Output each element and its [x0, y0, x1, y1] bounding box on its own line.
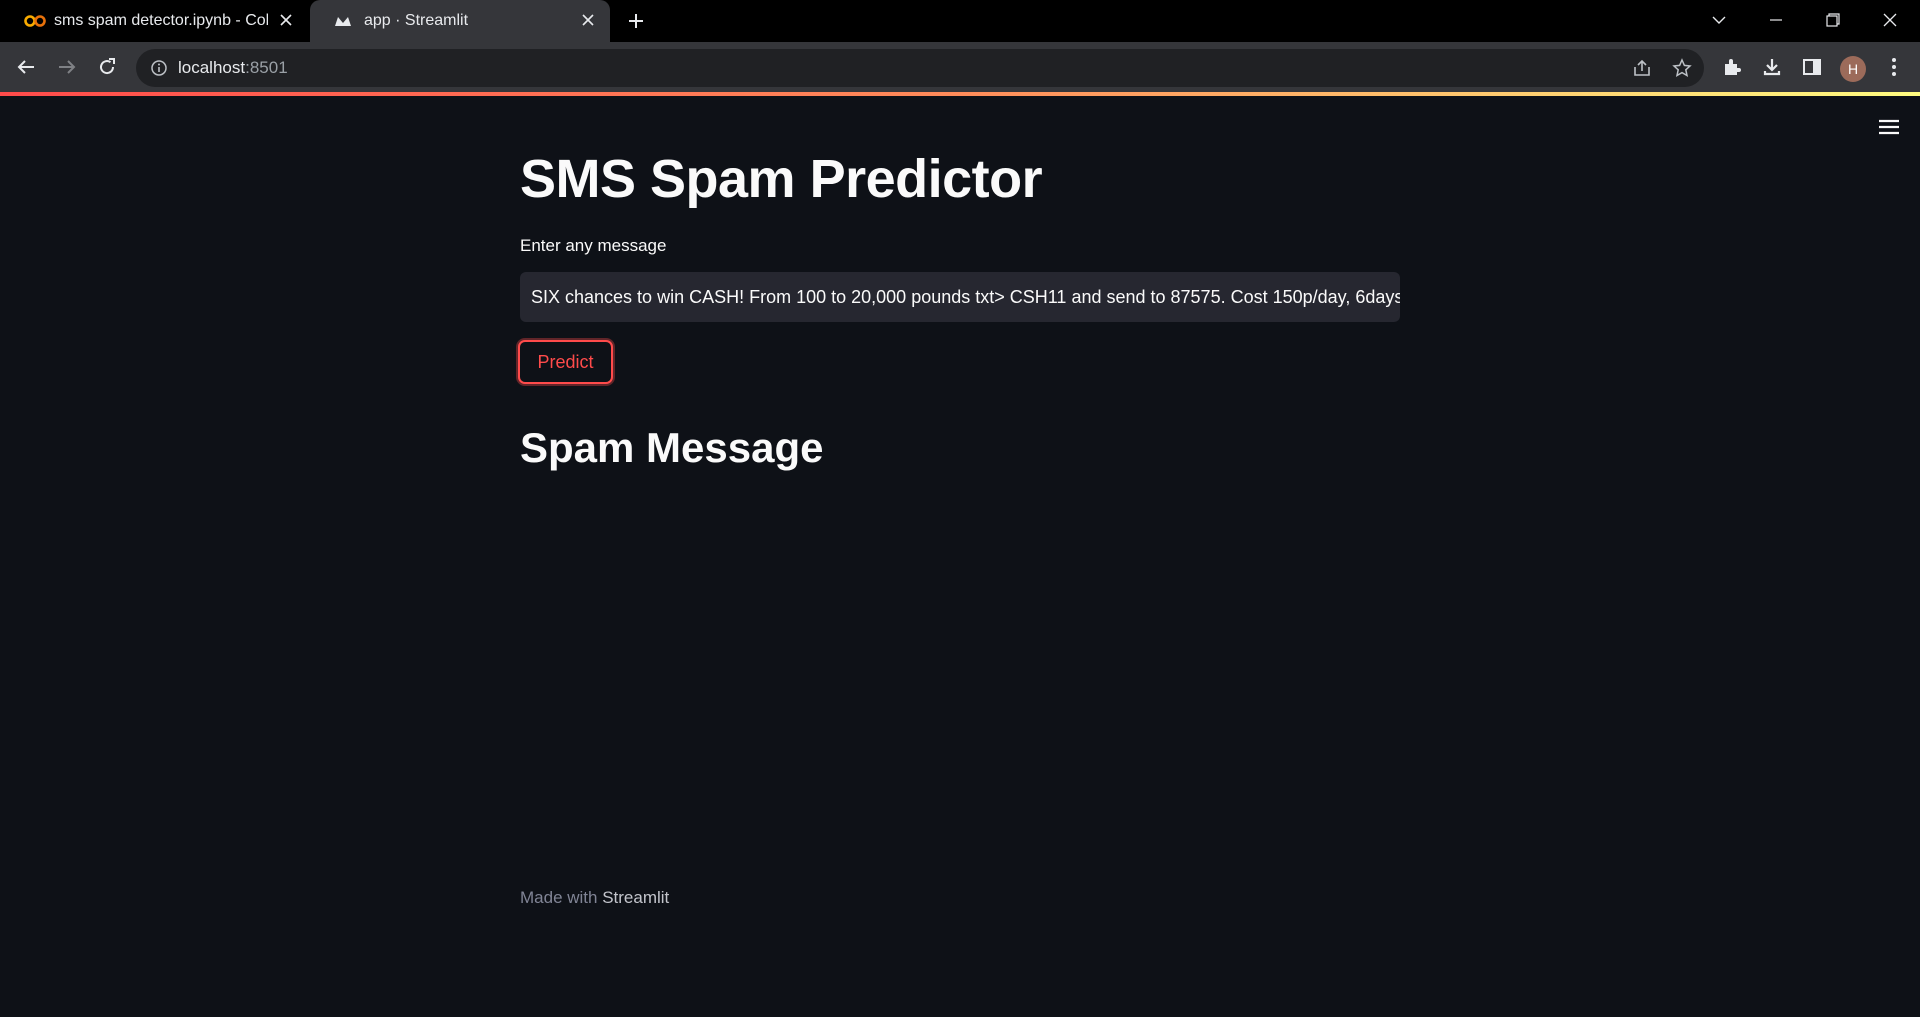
tab-streamlit[interactable]: app · Streamlit	[310, 0, 610, 42]
footer-prefix: Made with	[520, 888, 603, 907]
predict-button[interactable]: Predict	[518, 340, 613, 384]
footer-brand-link[interactable]: Streamlit	[602, 888, 669, 907]
minimize-icon[interactable]	[1760, 6, 1792, 34]
back-icon[interactable]	[12, 53, 40, 81]
message-input[interactable]: SIX chances to win CASH! From 100 to 20,…	[520, 272, 1400, 322]
message-input-label: Enter any message	[520, 236, 667, 255]
restore-icon[interactable]	[1817, 6, 1849, 34]
address-bar[interactable]: localhost:8501	[136, 49, 1704, 87]
new-tab-icon[interactable]	[624, 9, 648, 33]
side-panel-icon[interactable]	[1798, 53, 1826, 81]
site-info-icon[interactable]	[150, 59, 168, 77]
tab-colab[interactable]: sms spam detector.ipynb - Colab	[0, 0, 308, 42]
profile-avatar[interactable]: H	[1840, 56, 1866, 82]
footer: Made with Streamlit	[520, 888, 669, 908]
share-icon[interactable]	[1632, 58, 1652, 78]
streamlit-icon	[334, 11, 358, 31]
close-window-icon[interactable]	[1874, 6, 1906, 34]
colab-icon	[24, 11, 48, 31]
browser-tab-bar: sms spam detector.ipynb - Colab app · St…	[0, 0, 1920, 42]
browser-toolbar: localhost:8501 H	[0, 42, 1920, 92]
close-tab-icon[interactable]	[276, 10, 296, 30]
menu-dots-icon[interactable]	[1880, 53, 1908, 81]
tab-search-chevron-icon[interactable]	[1703, 6, 1735, 34]
bookmark-star-icon[interactable]	[1672, 58, 1692, 78]
url-text: localhost:8501	[178, 58, 288, 78]
extensions-icon[interactable]	[1718, 53, 1746, 81]
reload-icon[interactable]	[93, 53, 121, 81]
prediction-result: Spam Message	[520, 424, 824, 471]
forward-icon[interactable]	[53, 53, 81, 81]
download-icon[interactable]	[1758, 53, 1786, 81]
hamburger-menu-icon[interactable]	[1878, 118, 1900, 136]
url-host: localhost	[178, 58, 246, 77]
close-tab-icon[interactable]	[578, 10, 598, 30]
tab-title: app · Streamlit	[364, 12, 469, 29]
tab-title: sms spam detector.ipynb - Colab	[54, 12, 268, 29]
url-port: :8501	[245, 58, 288, 77]
page-title: SMS Spam Predictor	[520, 149, 1043, 209]
app-main	[0, 96, 1920, 1017]
